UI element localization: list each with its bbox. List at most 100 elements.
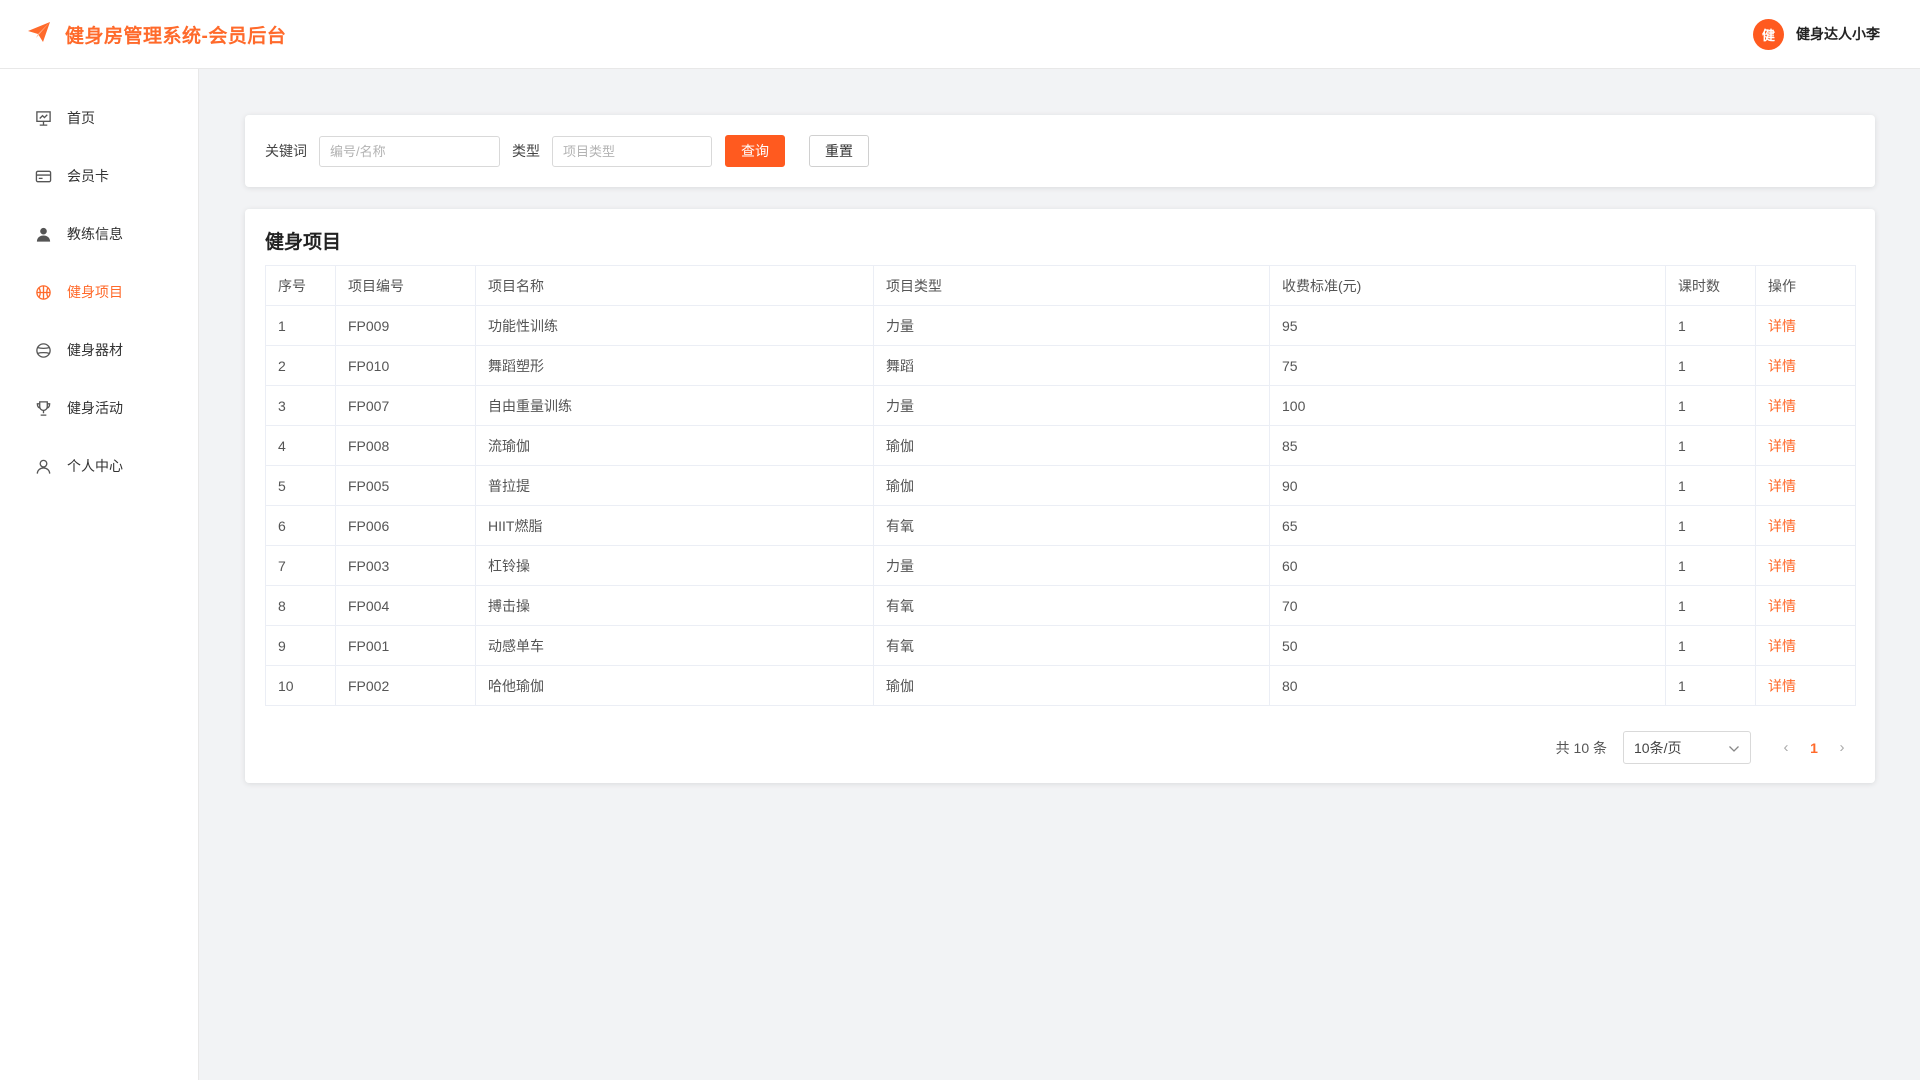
- user-menu[interactable]: 健 健身达人小李: [1753, 18, 1880, 50]
- project-name-cell: 搏击操: [475, 585, 874, 626]
- sidebar-item-equipment[interactable]: 健身器材: [0, 321, 198, 379]
- prev-page-icon[interactable]: ‹: [1773, 739, 1799, 756]
- fee-cell: 90: [1269, 465, 1666, 506]
- detail-link[interactable]: 详情: [1768, 398, 1796, 414]
- project-name-cell: 动感单车: [475, 625, 874, 666]
- project-name-cell: 自由重量训练: [475, 385, 874, 426]
- chevron-down-icon: [1728, 740, 1740, 756]
- column-header: 项目名称: [475, 265, 874, 306]
- detail-link[interactable]: 详情: [1768, 358, 1796, 374]
- dashboard-icon: [34, 109, 52, 127]
- project-type-cell: 瑜伽: [873, 465, 1270, 506]
- project-name-cell: 哈他瑜伽: [475, 665, 874, 706]
- lesson-count-cell: 1: [1665, 665, 1756, 706]
- detail-link[interactable]: 详情: [1768, 518, 1796, 534]
- detail-link-cell: 详情: [1755, 345, 1856, 386]
- project-type-cell: 有氧: [873, 585, 1270, 626]
- sidebar-item-activities[interactable]: 健身活动: [0, 379, 198, 437]
- table-row: 7 FP003 杠铃操 力量 60 1 详情: [265, 545, 1856, 586]
- project-type-cell: 力量: [873, 385, 1270, 426]
- search-panel: 关键词 类型 查询 重置: [245, 115, 1875, 187]
- project-code-cell: FP007: [335, 385, 476, 426]
- person-outline-icon: [34, 457, 52, 475]
- project-type-cell: 瑜伽: [873, 665, 1270, 706]
- column-header: 序号: [265, 265, 336, 306]
- keyword-input[interactable]: [319, 135, 500, 167]
- row-index-cell: 2: [265, 345, 336, 386]
- page-size-value: 10条/页: [1634, 739, 1682, 756]
- project-name-cell: HIIT燃脂: [475, 505, 874, 546]
- type-label: 类型: [512, 143, 540, 159]
- row-index-cell: 3: [265, 385, 336, 426]
- detail-link[interactable]: 详情: [1768, 438, 1796, 454]
- table-row: 10 FP002 哈他瑜伽 瑜伽 80 1 详情: [265, 665, 1856, 706]
- project-type-cell: 有氧: [873, 505, 1270, 546]
- project-code-cell: FP006: [335, 505, 476, 546]
- detail-link-cell: 详情: [1755, 425, 1856, 466]
- project-name-cell: 功能性训练: [475, 305, 874, 346]
- detail-link-cell: 详情: [1755, 625, 1856, 666]
- project-code-cell: FP010: [335, 345, 476, 386]
- detail-link-cell: 详情: [1755, 505, 1856, 546]
- avatar[interactable]: 健: [1753, 18, 1784, 50]
- lesson-count-cell: 1: [1665, 625, 1756, 666]
- column-header: 操作: [1755, 265, 1856, 306]
- fee-cell: 85: [1269, 425, 1666, 466]
- sidebar-item-coach[interactable]: 教练信息: [0, 205, 198, 263]
- detail-link-cell: 详情: [1755, 585, 1856, 626]
- table-row: 4 FP008 流瑜伽 瑜伽 85 1 详情: [265, 425, 1856, 466]
- next-page-icon[interactable]: ›: [1829, 739, 1855, 756]
- sidebar-item-label: 教练信息: [67, 226, 123, 242]
- sidebar-item-fitness-projects[interactable]: 健身项目: [0, 263, 198, 321]
- table-row: 9 FP001 动感单车 有氧 50 1 详情: [265, 625, 1856, 666]
- project-name-cell: 舞蹈塑形: [475, 345, 874, 386]
- column-header: 项目编号: [335, 265, 476, 306]
- project-code-cell: FP005: [335, 465, 476, 506]
- page-size-select[interactable]: 10条/页: [1623, 731, 1751, 764]
- detail-link[interactable]: 详情: [1768, 598, 1796, 614]
- card-icon: [34, 167, 52, 185]
- sidebar-item-member-card[interactable]: 会员卡: [0, 147, 198, 205]
- fee-cell: 50: [1269, 625, 1666, 666]
- detail-link[interactable]: 详情: [1768, 318, 1796, 334]
- fee-cell: 100: [1269, 385, 1666, 426]
- row-index-cell: 10: [265, 665, 336, 706]
- lesson-count-cell: 1: [1665, 385, 1756, 426]
- project-code-cell: FP001: [335, 625, 476, 666]
- trophy-icon: [34, 399, 52, 417]
- type-input[interactable]: [552, 135, 712, 167]
- sidebar-item-label: 健身器材: [67, 342, 123, 358]
- lesson-count-cell: 1: [1665, 425, 1756, 466]
- detail-link[interactable]: 详情: [1768, 558, 1796, 574]
- username[interactable]: 健身达人小李: [1796, 24, 1880, 44]
- fee-cell: 80: [1269, 665, 1666, 706]
- page-number[interactable]: 1: [1799, 740, 1829, 756]
- project-code-cell: FP009: [335, 305, 476, 346]
- sidebar-item-profile[interactable]: 个人中心: [0, 437, 198, 495]
- table-row: 3 FP007 自由重量训练 力量 100 1 详情: [265, 385, 1856, 426]
- fee-cell: 75: [1269, 345, 1666, 386]
- detail-link[interactable]: 详情: [1768, 678, 1796, 694]
- detail-link[interactable]: 详情: [1768, 638, 1796, 654]
- reset-button[interactable]: 重置: [809, 135, 869, 167]
- lesson-count-cell: 1: [1665, 465, 1756, 506]
- detail-link-cell: 详情: [1755, 385, 1856, 426]
- project-type-cell: 力量: [873, 545, 1270, 586]
- project-type-cell: 舞蹈: [873, 345, 1270, 386]
- fee-cell: 65: [1269, 505, 1666, 546]
- brand: 健身房管理系统-会员后台: [27, 21, 286, 48]
- paper-plane-icon: [27, 21, 51, 48]
- sidebar-item-label: 健身项目: [67, 284, 123, 300]
- sidebar-item-home[interactable]: 首页: [0, 89, 198, 147]
- detail-link[interactable]: 详情: [1768, 478, 1796, 494]
- table-title: 健身项目: [265, 232, 342, 253]
- sidebar-item-label: 个人中心: [67, 458, 123, 474]
- query-button[interactable]: 查询: [725, 135, 785, 167]
- row-index-cell: 6: [265, 505, 336, 546]
- pagination: 共 10 条 10条/页 ‹ 1 ›: [1556, 731, 1855, 764]
- lesson-count-cell: 1: [1665, 545, 1756, 586]
- detail-link-cell: 详情: [1755, 465, 1856, 506]
- sidebar-item-label: 健身活动: [67, 400, 123, 416]
- basketball-icon: [34, 283, 52, 301]
- fee-cell: 95: [1269, 305, 1666, 346]
